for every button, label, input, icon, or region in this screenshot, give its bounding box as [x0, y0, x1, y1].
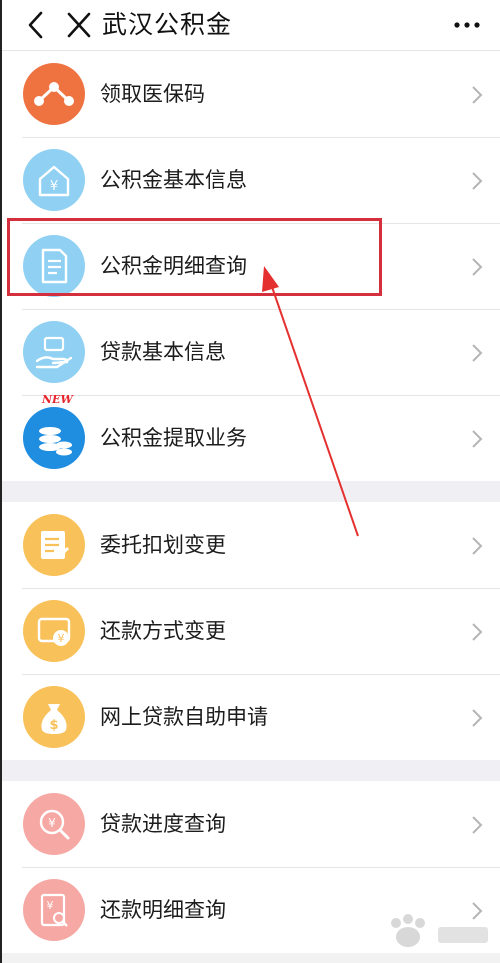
chevron-right-icon	[470, 342, 484, 364]
service-menu-list: 领取医保码 ¥ 公积金基本信息 公积金明细查询 贷款基本信息 NEW 公积金提取…	[2, 51, 500, 953]
menu-item-repayment-method-change[interactable]: ¥ 还款方式变更	[2, 588, 500, 674]
chevron-right-icon	[470, 621, 484, 643]
menu-group-2: 委托扣划变更 ¥ 还款方式变更 $ 网上贷款自助申请	[2, 502, 500, 760]
menu-item-label: 领取医保码	[100, 82, 205, 106]
svg-text:¥: ¥	[48, 816, 56, 830]
menu-item-fund-basic-info[interactable]: ¥ 公积金基本信息	[2, 137, 500, 223]
menu-item-loan-progress-query[interactable]: ¥ 贷款进度查询	[2, 781, 500, 867]
section-divider	[2, 481, 500, 502]
notepad-edit-icon	[23, 514, 85, 576]
menu-item-label: 还款方式变更	[100, 619, 226, 643]
watermark-logo	[391, 914, 488, 947]
house-yen-icon: ¥	[23, 149, 85, 211]
menu-item-fund-withdrawal[interactable]: NEW 公积金提取业务	[2, 393, 500, 481]
chevron-right-icon	[470, 84, 484, 106]
chevron-right-icon	[470, 535, 484, 557]
doc-search-yen-icon: ¥	[23, 879, 85, 941]
hand-money-icon	[23, 321, 85, 383]
chevron-right-icon	[470, 814, 484, 836]
new-badge: NEW	[42, 393, 73, 406]
more-menu-icon[interactable]	[450, 10, 484, 40]
menu-item-label: 贷款进度查询	[100, 812, 226, 836]
card-yen-icon: ¥	[23, 600, 85, 662]
chevron-right-icon	[470, 170, 484, 192]
menu-item-label: 委托扣划变更	[100, 533, 226, 557]
svg-text:¥: ¥	[58, 632, 65, 645]
menu-item-debit-authorization-change[interactable]: 委托扣划变更	[2, 502, 500, 588]
coin-stack-icon	[23, 407, 85, 469]
search-yen-icon: ¥	[23, 793, 85, 855]
menu-item-loan-basic-info[interactable]: 贷款基本信息	[2, 309, 500, 395]
close-icon[interactable]	[64, 8, 94, 42]
share-nodes-icon	[23, 63, 85, 125]
svg-text:¥: ¥	[47, 899, 54, 912]
section-divider	[2, 760, 500, 781]
page-title: 武汉公积金	[102, 10, 233, 39]
menu-item-label: 还款明细查询	[100, 898, 226, 922]
money-bag-icon: $	[23, 686, 85, 748]
menu-item-label: 网上贷款自助申请	[100, 705, 268, 729]
back-chevron-icon[interactable]	[22, 8, 52, 42]
highlight-box	[7, 218, 382, 296]
top-navigation-bar: 武汉公积金	[2, 0, 500, 51]
chevron-right-icon	[470, 707, 484, 729]
chevron-right-icon	[470, 428, 484, 450]
menu-item-medical-code[interactable]: 领取医保码	[2, 51, 500, 137]
chevron-right-icon	[470, 256, 484, 278]
menu-item-online-loan-application[interactable]: $ 网上贷款自助申请	[2, 674, 500, 760]
svg-text:¥: ¥	[50, 179, 58, 194]
menu-item-label: 公积金基本信息	[100, 168, 247, 192]
menu-item-label: 公积金提取业务	[100, 426, 247, 450]
svg-text:$: $	[49, 718, 58, 733]
menu-item-label: 贷款基本信息	[100, 340, 226, 364]
